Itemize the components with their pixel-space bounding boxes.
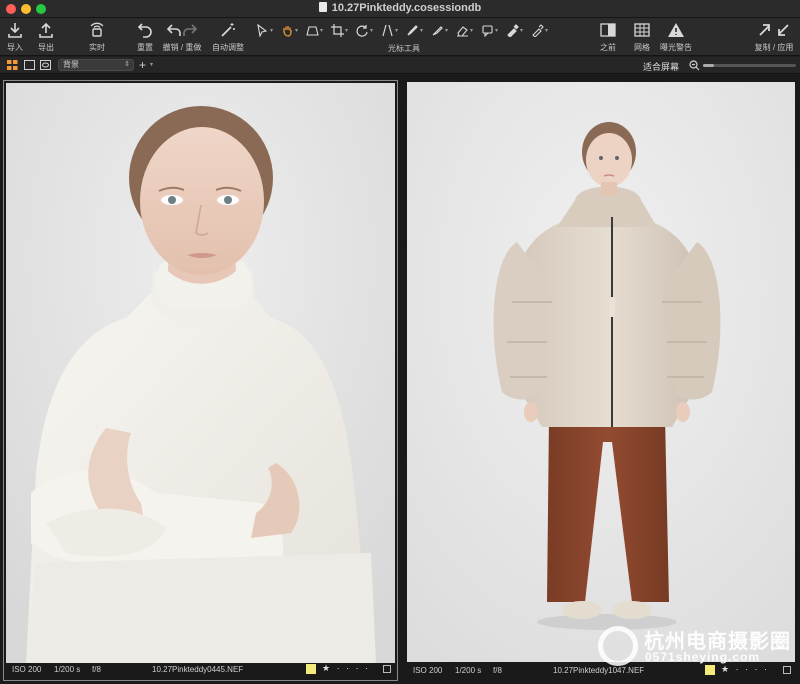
photo-right-illustration [407, 82, 795, 662]
chevron-down-icon[interactable]: ▾ [150, 61, 153, 68]
eraser-icon [456, 25, 468, 37]
undo-redo-icon [166, 24, 198, 36]
photo-right[interactable] [407, 82, 795, 662]
gradient-tool[interactable]: ▾ [427, 21, 452, 39]
annotation-icon [482, 24, 493, 37]
iso-value: ISO 200 [413, 666, 443, 675]
shutter-value: 1/200 s [455, 666, 482, 675]
crop-tool[interactable]: ▾ [327, 21, 352, 39]
pan-tool[interactable]: ▾ [277, 21, 302, 39]
document-icon [318, 2, 327, 12]
cursor-tools-group: ▾ ▾ ▾ ▾ ▾ ▾ ▾ ▾ ▾ ▾ ▾ ▾ [252, 21, 552, 39]
star-rating[interactable]: ★ · · · · [322, 663, 370, 674]
fit-screen-label[interactable]: 适合屏幕 [643, 60, 679, 73]
rotate-tool[interactable]: ▾ [352, 21, 377, 39]
zoom-slider[interactable] [703, 64, 796, 67]
magic-wand-icon [221, 23, 235, 37]
brush-icon [407, 24, 418, 35]
background-select[interactable]: 背景 ⇕ [58, 59, 134, 71]
grid-icon [634, 23, 650, 37]
lens-tool[interactable]: ▾ [377, 21, 402, 39]
import-label: 导入 [7, 43, 23, 52]
add-icon[interactable]: + [139, 58, 146, 72]
copy-apply-label: 复制 / 应用 [754, 43, 794, 52]
keystone-icon [306, 25, 319, 36]
export-label: 导出 [38, 43, 54, 52]
color-tag-swatch[interactable] [306, 664, 316, 674]
preview-eye-icon[interactable] [40, 60, 51, 70]
pointer-icon [257, 23, 268, 37]
eyedropper-icon [507, 23, 519, 37]
hand-icon [283, 25, 292, 37]
info-menu-icon[interactable] [383, 665, 391, 673]
viewer-pane-right[interactable]: ISO 200 1/200 s f/8 10.27Pinkteddy1047.N… [405, 80, 797, 681]
eraser-tool[interactable]: ▾ [452, 21, 477, 39]
before-after-icon [600, 23, 616, 37]
before-label: 之前 [600, 43, 616, 52]
viewer-options-bar: 背景 ⇕ + ▾ 适合屏幕 [0, 57, 800, 74]
reset-label: 重置 [137, 43, 153, 52]
window-title: 10.27Pinkteddy.cosessiondb [331, 2, 482, 14]
photo-left[interactable] [6, 83, 395, 663]
watermark-logo-icon [598, 626, 638, 666]
live-tether-icon [90, 22, 104, 37]
auto-adjust-label: 自动调整 [212, 43, 244, 52]
picker-tool[interactable]: ▾ [502, 21, 527, 39]
copy-apply-icon [759, 24, 789, 36]
gradient-brush-icon [432, 25, 443, 36]
reset-button[interactable]: 重置 [134, 20, 156, 54]
grid-button[interactable]: 网格 [630, 20, 654, 54]
multi-view-grid-icon[interactable] [7, 60, 18, 70]
copy-apply-button[interactable]: 复制 / 应用 [752, 20, 796, 54]
main-toolbar: 导入 导出 实时 重置 撤销 / 重做 自动调整 ▾ ▾ ▾ ▾ ▾ ▾ ▾ ▾… [0, 18, 800, 56]
annotate-tool[interactable]: ▾ [477, 21, 502, 39]
grid-label: 网格 [634, 43, 650, 52]
exposure-warning-label: 曝光警告 [660, 43, 692, 52]
crop-icon [330, 23, 344, 37]
keystone-tool[interactable]: ▾ [302, 21, 327, 39]
window-title-wrap: 10.27Pinkteddy.cosessiondb [0, 2, 800, 14]
zoom-slider-fill [703, 64, 715, 67]
export-button[interactable]: 导出 [30, 20, 62, 54]
aperture-value: f/8 [92, 665, 101, 674]
single-view-icon[interactable] [24, 60, 35, 70]
viewer-pane-left[interactable]: ISO 200 1/200 s f/8 10.27Pinkteddy0445.N… [3, 80, 398, 681]
export-icon [39, 22, 53, 38]
title-bar: 10.27Pinkteddy.cosessiondb [0, 0, 800, 18]
rotate-icon [356, 24, 368, 37]
brush-tool[interactable]: ▾ [402, 21, 427, 39]
white-balance-picker-icon [532, 23, 544, 37]
import-button[interactable]: 导入 [4, 20, 26, 54]
zoom-magnifier-icon [689, 60, 700, 71]
live-button[interactable]: 实时 [86, 20, 108, 54]
watermark: 杭州电商摄影圈 0571sheying.com [598, 622, 798, 668]
undo-redo-label: 撤销 / 重做 [162, 43, 202, 52]
perspective-lines-icon [382, 24, 393, 36]
updown-chevron-icon: ⇕ [124, 61, 130, 68]
filename: 10.27Pinkteddy0445.NEF [152, 665, 244, 674]
white-balance-tool[interactable]: ▾ [527, 21, 552, 39]
before-button[interactable]: 之前 [596, 20, 620, 54]
cursor-tools-label: 光标工具 [388, 44, 420, 53]
reset-icon [137, 23, 152, 38]
shutter-value: 1/200 s [54, 665, 81, 674]
auto-adjust-button[interactable]: 自动调整 [208, 20, 248, 54]
aperture-value: f/8 [493, 666, 502, 675]
exposure-warning-button[interactable]: 曝光警告 [658, 20, 694, 54]
photo-left-illustration [6, 83, 395, 663]
background-select-value: 背景 [63, 60, 79, 69]
undo-redo-button[interactable]: 撤销 / 重做 [160, 20, 204, 54]
image-viewer: ISO 200 1/200 s f/8 10.27Pinkteddy0445.N… [0, 75, 800, 684]
image-info-bar-left: ISO 200 1/200 s f/8 10.27Pinkteddy0445.N… [6, 661, 395, 678]
live-label: 实时 [89, 43, 105, 52]
iso-value: ISO 200 [12, 665, 42, 674]
watermark-subtitle: 0571sheying.com [645, 650, 761, 664]
warning-icon [668, 23, 684, 37]
select-tool[interactable]: ▾ [252, 21, 277, 39]
import-icon [8, 23, 22, 38]
